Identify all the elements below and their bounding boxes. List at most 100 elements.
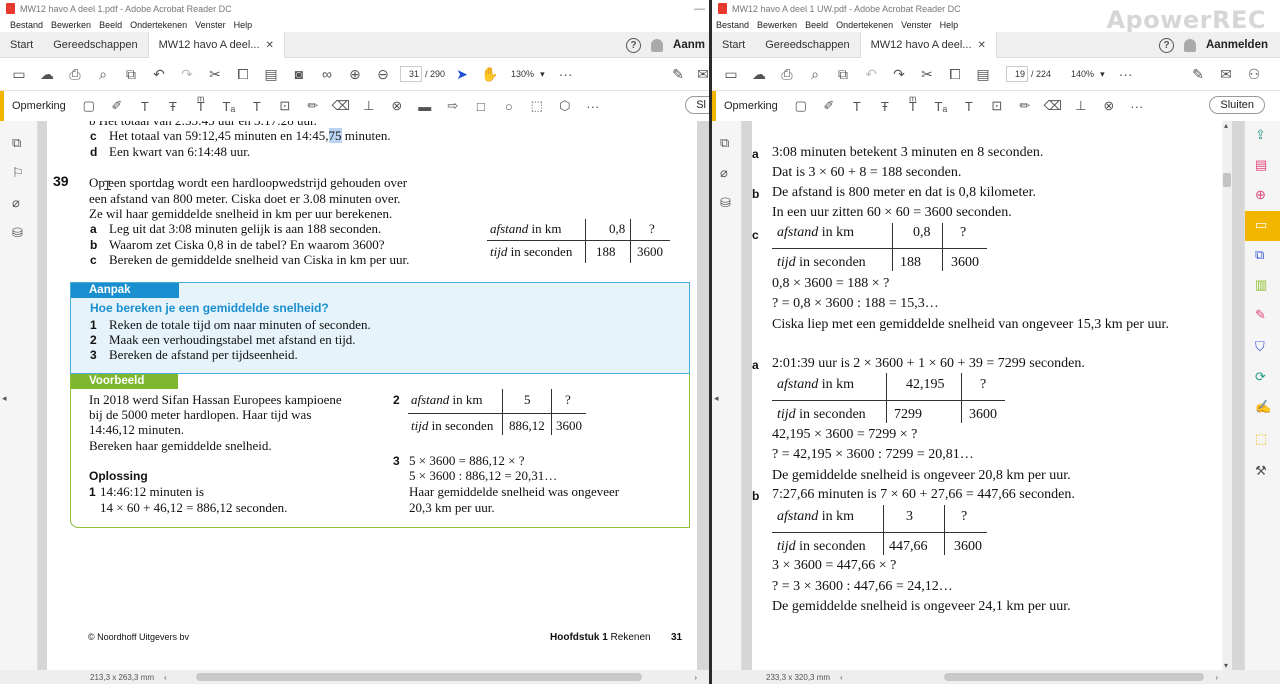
- insert-text-icon[interactable]: Tₐ: [218, 96, 240, 116]
- cut-icon[interactable]: ✂: [916, 63, 938, 85]
- send-file-icon[interactable]: ⬚: [1255, 431, 1267, 447]
- search-icon[interactable]: ⌕: [804, 63, 826, 85]
- add-text-icon[interactable]: T: [246, 96, 268, 116]
- pencil-icon[interactable]: ✏: [302, 96, 324, 116]
- edit-pdf-icon[interactable]: ▥: [1255, 277, 1267, 293]
- menu-venster[interactable]: Venster: [901, 20, 932, 30]
- layers-icon[interactable]: ⛁: [720, 195, 731, 211]
- print-icon[interactable]: ⎙: [776, 63, 798, 85]
- strikethrough-icon[interactable]: Ŧ: [874, 96, 896, 116]
- binoculars-icon[interactable]: ∞: [316, 63, 338, 85]
- scroll-right-icon[interactable]: ›: [1215, 673, 1218, 682]
- upload-cloud-icon[interactable]: ☁: [748, 63, 770, 85]
- fill-sign-icon[interactable]: ✎: [667, 63, 689, 85]
- more-tools-icon[interactable]: ···: [555, 63, 577, 85]
- close-tab-icon[interactable]: ✕: [266, 40, 274, 51]
- protect-icon[interactable]: ⛉: [1255, 339, 1265, 355]
- textbox-icon[interactable]: ⊡: [274, 96, 296, 116]
- more-tools-icon[interactable]: ···: [1115, 63, 1137, 85]
- tab-start[interactable]: Start: [712, 32, 755, 58]
- vertical-scrollbar[interactable]: ▴ ▾: [1222, 121, 1232, 670]
- horizontal-scrollbar[interactable]: [944, 673, 1204, 681]
- menu-bewerken[interactable]: Bewerken: [51, 20, 91, 30]
- notification-bell-icon[interactable]: [1184, 38, 1196, 52]
- menu-ondertekenen[interactable]: Ondertekenen: [836, 20, 893, 30]
- menu-bestand[interactable]: Bestand: [716, 20, 749, 30]
- underline-text-icon[interactable]: T: [846, 96, 868, 116]
- insert-text-icon[interactable]: Tₐ: [930, 96, 952, 116]
- pages-thumbnail-icon[interactable]: ⧉: [720, 135, 729, 151]
- comment-icon[interactable]: ▭: [1255, 217, 1267, 233]
- paste-icon[interactable]: ▤: [260, 63, 282, 85]
- save-icon[interactable]: ▭: [8, 63, 30, 85]
- highlight-icon[interactable]: ✐: [106, 96, 128, 116]
- scroll-up-icon[interactable]: ▴: [1224, 121, 1228, 130]
- close-comment-button[interactable]: Sl: [685, 96, 709, 114]
- upload-cloud-icon[interactable]: ☁: [36, 63, 58, 85]
- replace-text-icon[interactable]: Tͫ: [902, 96, 924, 116]
- help-icon[interactable]: ?: [1159, 37, 1174, 53]
- copy-icon[interactable]: ⧠: [944, 63, 966, 85]
- menu-help[interactable]: Help: [940, 20, 959, 30]
- hand-tool-icon[interactable]: ✋: [479, 63, 501, 85]
- eraser-icon[interactable]: ⌫: [1042, 96, 1064, 116]
- tab-document[interactable]: MW12 havo A deel... ✕: [147, 31, 285, 59]
- scroll-thumb[interactable]: [1223, 173, 1231, 187]
- search-icon[interactable]: ⌕: [92, 63, 114, 85]
- line-icon[interactable]: ▬: [414, 96, 436, 116]
- shapes-icon[interactable]: ⬚: [526, 96, 548, 116]
- undo-icon[interactable]: ↶: [148, 63, 170, 85]
- email-icon[interactable]: ✉: [1215, 63, 1237, 85]
- tab-document[interactable]: MW12 havo A deel... ✕: [859, 31, 997, 59]
- more-tools-pane-icon[interactable]: ⚒: [1255, 463, 1267, 479]
- underline-text-icon[interactable]: T: [134, 96, 156, 116]
- tab-tools[interactable]: Gereedschappen: [43, 32, 147, 58]
- strikethrough-icon[interactable]: Ŧ: [162, 96, 184, 116]
- stamp-icon[interactable]: ⊥: [358, 96, 380, 116]
- eraser-icon[interactable]: ⌫: [330, 96, 352, 116]
- oval-icon[interactable]: ○: [498, 96, 520, 116]
- create-pdf-icon[interactable]: ⊕: [1255, 187, 1266, 203]
- pages-thumbnail-icon[interactable]: ⧉: [12, 135, 21, 151]
- replace-text-icon[interactable]: Tͫ: [190, 96, 212, 116]
- sign-in-link[interactable]: Aanm: [673, 39, 705, 51]
- undo-icon[interactable]: ↶: [860, 63, 882, 85]
- tab-start[interactable]: Start: [0, 32, 43, 58]
- scroll-left-icon[interactable]: ‹: [840, 673, 843, 682]
- scroll-right-icon[interactable]: ›: [694, 673, 697, 682]
- menu-help[interactable]: Help: [234, 20, 253, 30]
- zoom-select[interactable]: 140% ▾: [1067, 69, 1109, 80]
- sticky-note-icon[interactable]: ▢: [790, 96, 812, 116]
- close-comment-button[interactable]: Sluiten: [1209, 96, 1265, 114]
- menu-bewerken[interactable]: Bewerken: [757, 20, 797, 30]
- page-down-icon[interactable]: ⊖: [372, 63, 394, 85]
- share-file-icon[interactable]: ⧉: [120, 63, 142, 85]
- add-text-icon[interactable]: T: [958, 96, 980, 116]
- attach-icon[interactable]: ⊗: [386, 96, 408, 116]
- share-file-icon[interactable]: ⧉: [832, 63, 854, 85]
- page-number-input[interactable]: 19: [1006, 66, 1028, 82]
- more-comment-tools-icon[interactable]: ···: [582, 96, 604, 116]
- notification-bell-icon[interactable]: [651, 38, 664, 52]
- email-icon[interactable]: ✉: [692, 63, 709, 85]
- layers-icon[interactable]: ⛁: [12, 225, 23, 241]
- print-icon[interactable]: ⎙: [64, 63, 86, 85]
- horizontal-scrollbar[interactable]: [196, 673, 642, 681]
- stamp-icon[interactable]: ⊥: [1070, 96, 1092, 116]
- highlight-icon[interactable]: ✐: [818, 96, 840, 116]
- collapse-pane-icon[interactable]: ◂: [714, 393, 719, 404]
- select-cursor-icon[interactable]: ➤: [451, 63, 473, 85]
- export-pdf-icon[interactable]: ⇪: [1255, 127, 1266, 143]
- arrow-icon[interactable]: ⇨: [442, 96, 464, 116]
- fill-sign-icon[interactable]: ✎: [1187, 63, 1209, 85]
- scroll-left-icon[interactable]: ‹: [164, 673, 167, 682]
- sign-in-link[interactable]: Aanmelden: [1206, 39, 1268, 51]
- tab-tools[interactable]: Gereedschappen: [755, 32, 859, 58]
- paste-icon[interactable]: ▤: [972, 63, 994, 85]
- page-number-input[interactable]: 31: [400, 66, 422, 82]
- screenshot-icon[interactable]: ◙: [288, 63, 310, 85]
- save-icon[interactable]: ▭: [720, 63, 742, 85]
- menu-ondertekenen[interactable]: Ondertekenen: [130, 20, 187, 30]
- zoom-select[interactable]: 130% ▾: [507, 69, 549, 80]
- menu-venster[interactable]: Venster: [195, 20, 226, 30]
